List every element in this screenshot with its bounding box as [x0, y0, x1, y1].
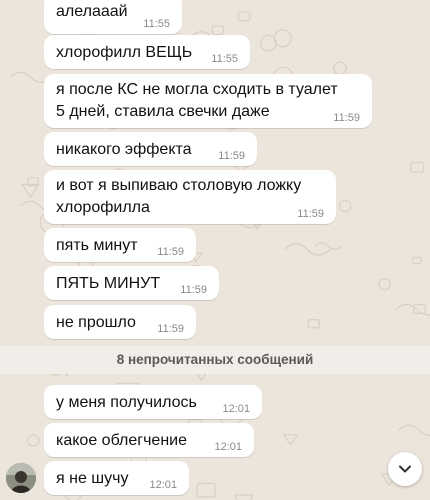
incoming-message[interactable]: у меня получилось 12:01	[44, 385, 262, 419]
incoming-message[interactable]: я не шучу 12:01	[44, 461, 189, 495]
chevron-down-icon	[399, 465, 411, 473]
incoming-message[interactable]: никакого эффекта 11:59	[44, 132, 257, 166]
message-time: 12:01	[222, 403, 250, 415]
unread-messages-banner: 8 непрочитанных сообщений	[0, 346, 430, 374]
message-text: я после КС не могла сходить в туалет 5 д…	[56, 81, 338, 120]
message-time: 12:01	[149, 479, 177, 491]
message-time: 12:01	[214, 441, 242, 453]
scroll-to-bottom-button[interactable]	[388, 452, 422, 486]
message-time: 11:59	[333, 112, 360, 124]
message-text: у меня получилось	[56, 394, 197, 411]
incoming-message[interactable]: ПЯТЬ МИНУТ 11:59	[44, 266, 219, 300]
message-time: 11:55	[211, 53, 238, 65]
incoming-message[interactable]: и вот я выпиваю столовую ложку хлорофилл…	[44, 170, 336, 224]
sender-avatar[interactable]	[6, 463, 36, 493]
message-time: 11:59	[297, 208, 324, 220]
incoming-message[interactable]: пять минут 11:59	[44, 228, 196, 262]
message-text: и вот я выпиваю столовую ложку хлорофилл…	[56, 177, 302, 216]
incoming-message[interactable]: хлорофилл ВЕЩЬ 11:55	[44, 35, 250, 69]
message-time: 11:59	[157, 323, 184, 335]
incoming-message[interactable]: какое облегчение 12:01	[44, 423, 254, 457]
incoming-message[interactable]: я после КС не могла сходить в туалет 5 д…	[44, 74, 372, 128]
message-time: 11:59	[180, 284, 207, 296]
incoming-message[interactable]: алелааай 11:55	[44, 0, 182, 34]
message-time: 11:55	[143, 18, 170, 30]
incoming-message[interactable]: не прошло 11:59	[44, 305, 196, 339]
message-time: 11:59	[157, 246, 184, 258]
message-text: никакого эффекта	[56, 141, 192, 158]
avatar-image	[6, 463, 36, 493]
message-time: 11:59	[218, 150, 245, 162]
